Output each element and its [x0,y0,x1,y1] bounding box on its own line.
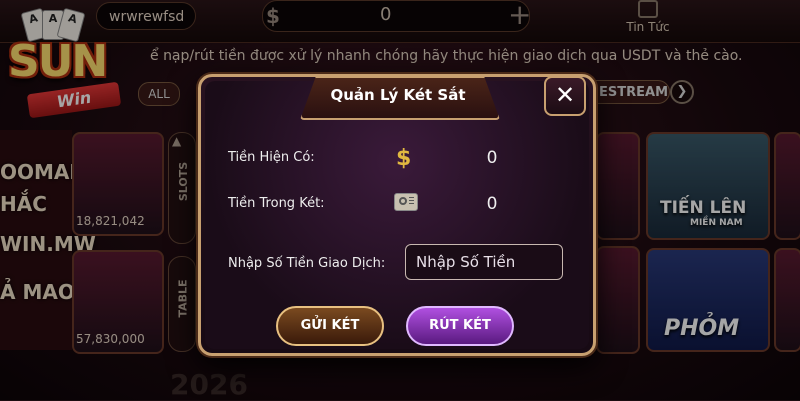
withdraw-button[interactable]: RÚT KÉT [406,306,514,346]
safe-modal-body [205,81,589,349]
current-balance-value: 0 [486,148,498,168]
safe-balance-label: Tiền Trong Két: [228,196,325,211]
close-icon: ✕ [554,81,576,109]
current-balance-label: Tiền Hiện Có: [228,150,315,165]
close-button[interactable]: ✕ [544,76,586,116]
modal-title: Quản Lý Két Sắt [330,86,466,104]
amount-label: Nhập Số Tiền Giao Dịch: [228,256,386,271]
deposit-button[interactable]: GỬI KÉT [276,306,384,346]
dollar-icon: $ [396,146,412,171]
safe-balance-value: 0 [486,194,498,214]
safe-icon [394,193,418,211]
amount-input[interactable] [405,244,563,280]
